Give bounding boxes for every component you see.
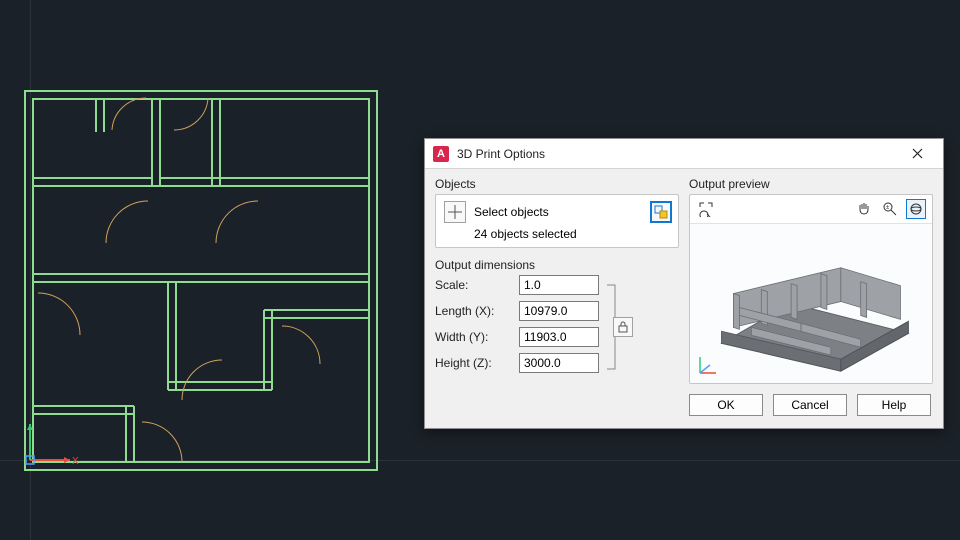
select-objects-button[interactable]	[444, 201, 466, 223]
help-button[interactable]: Help	[857, 394, 931, 416]
svg-text:±: ±	[886, 205, 890, 211]
objects-section-label: Objects	[435, 177, 679, 191]
lock-aspect-button[interactable]	[613, 317, 633, 337]
print-options-dialog: A 3D Print Options Objects Select object…	[424, 138, 944, 429]
preview-ucs-icon	[696, 353, 720, 377]
lock-brace	[603, 275, 631, 379]
width-input[interactable]	[519, 327, 599, 347]
preview-panel: ±	[689, 194, 933, 384]
dimensions-section-label: Output dimensions	[435, 258, 679, 272]
close-button[interactable]	[897, 140, 937, 168]
width-label: Width (Y):	[435, 330, 519, 344]
height-label: Height (Z):	[435, 356, 519, 370]
height-input[interactable]	[519, 353, 599, 373]
scale-label: Scale:	[435, 278, 519, 292]
pan-icon[interactable]	[854, 199, 874, 219]
dialog-titlebar: A 3D Print Options	[425, 139, 943, 169]
floor-plan-drawing	[24, 90, 378, 471]
length-label: Length (X):	[435, 304, 519, 318]
zoom-extents-icon[interactable]	[696, 199, 716, 219]
orbit-icon[interactable]	[906, 199, 926, 219]
ok-button[interactable]: OK	[689, 394, 763, 416]
length-input[interactable]	[519, 301, 599, 321]
selection-status: 24 objects selected	[474, 227, 670, 241]
preview-section-label: Output preview	[689, 177, 933, 191]
select-objects-label: Select objects	[474, 205, 549, 219]
app-icon: A	[433, 146, 449, 162]
ucs-icon: X	[20, 420, 80, 480]
preview-viewport[interactable]	[690, 223, 932, 383]
cancel-button[interactable]: Cancel	[773, 394, 847, 416]
svg-text:X: X	[72, 456, 79, 467]
objects-panel: Select objects 24 objects selected	[435, 194, 679, 248]
zoom-icon[interactable]: ±	[880, 199, 900, 219]
scale-input[interactable]	[519, 275, 599, 295]
dialog-title: 3D Print Options	[457, 147, 897, 161]
quick-select-button[interactable]	[650, 201, 672, 223]
